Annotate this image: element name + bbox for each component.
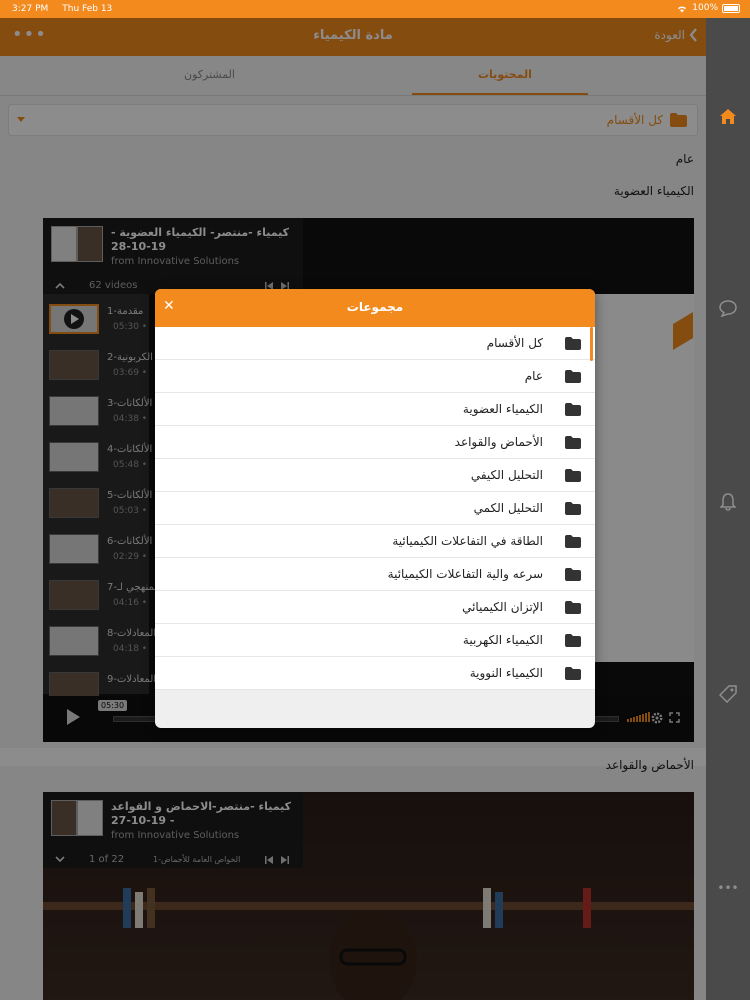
tag-icon[interactable] xyxy=(718,684,738,704)
bell-icon[interactable] xyxy=(718,492,738,512)
status-bar: 3:27 PM Thu Feb 13 100% xyxy=(0,0,750,18)
more-icon[interactable]: ••• xyxy=(717,878,738,898)
folder-icon xyxy=(565,634,581,647)
modal-title: مجموعات xyxy=(346,300,404,314)
group-item[interactable]: الكيمياء الكهربية xyxy=(155,624,595,657)
folder-icon xyxy=(565,568,581,581)
chat-icon[interactable] xyxy=(718,298,738,318)
group-item-label: الكيمياء النووية xyxy=(469,666,543,680)
wifi-icon xyxy=(678,5,687,12)
group-item[interactable]: الطاقة في التفاعلات الكيميائية xyxy=(155,525,595,558)
home-icon[interactable] xyxy=(718,106,738,126)
folder-icon xyxy=(565,667,581,680)
group-item[interactable]: الكيمياء العضوية xyxy=(155,393,595,426)
group-item-label: الكيمياء العضوية xyxy=(462,402,543,416)
modal-header: ✕ مجموعات xyxy=(155,289,595,327)
scroll-indicator[interactable] xyxy=(590,327,593,361)
group-item[interactable]: الإتزان الكيميائي xyxy=(155,591,595,624)
group-item[interactable]: الكيمياء النووية xyxy=(155,657,595,690)
group-item[interactable]: عام xyxy=(155,360,595,393)
group-item-label: التحليل الكيفي xyxy=(470,468,543,482)
folder-icon xyxy=(565,370,581,383)
battery-percent: 100% xyxy=(692,3,718,13)
folder-icon xyxy=(565,436,581,449)
group-item-label: عام xyxy=(524,369,543,383)
folder-icon xyxy=(565,535,581,548)
group-item[interactable]: التحليل الكيفي xyxy=(155,459,595,492)
folder-icon xyxy=(565,469,581,482)
group-item-label: الطاقة في التفاعلات الكيميائية xyxy=(392,534,543,548)
groups-modal: ✕ مجموعات كل الأقسام عام الكيمياء العضوي… xyxy=(155,289,595,728)
group-item-label: كل الأقسام xyxy=(486,336,543,350)
status-date: Thu Feb 13 xyxy=(62,4,113,14)
folder-icon xyxy=(565,601,581,614)
group-item-label: الأحماض والقواعد xyxy=(454,435,543,449)
group-item-label: الإتزان الكيميائي xyxy=(462,600,543,614)
group-item-label: الكيمياء الكهربية xyxy=(462,633,543,647)
group-item[interactable]: كل الأقسام xyxy=(155,327,595,360)
group-item-label: سرعه والية التفاعلات الكيميائية xyxy=(387,567,543,581)
group-item-label: التحليل الكمي xyxy=(473,501,543,515)
folder-icon xyxy=(565,502,581,515)
battery-icon xyxy=(722,3,740,13)
status-right: 100% xyxy=(676,3,740,13)
group-item[interactable]: سرعه والية التفاعلات الكيميائية xyxy=(155,558,595,591)
folder-icon xyxy=(565,337,581,350)
status-time: 3:27 PM xyxy=(12,4,49,14)
group-list: كل الأقسام عام الكيمياء العضوية الأحماض … xyxy=(155,327,595,690)
group-item[interactable]: التحليل الكمي xyxy=(155,492,595,525)
folder-icon xyxy=(565,403,581,416)
group-item[interactable]: الأحماض والقواعد xyxy=(155,426,595,459)
right-sidebar: ••• xyxy=(706,18,750,1000)
